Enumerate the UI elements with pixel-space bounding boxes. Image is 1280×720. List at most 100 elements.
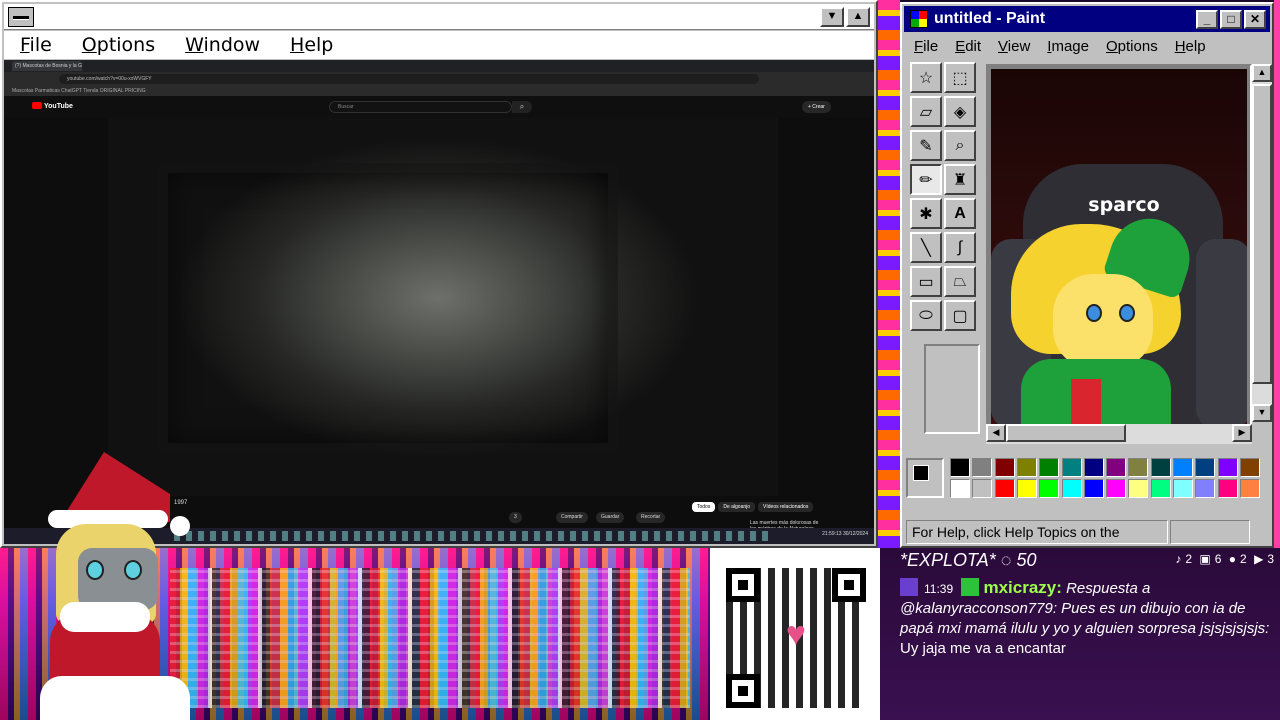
color-swatch[interactable] [1195,458,1216,477]
bookmarks-bar[interactable]: Mascotas Parmaticas ChatGPT Tienda ORIGI… [4,86,874,96]
scroll-down-icon[interactable]: ▼ [1252,404,1272,422]
pencil-icon[interactable]: ✏ [910,164,942,195]
fill-bucket-icon[interactable]: ◈ [944,96,976,127]
chip-related[interactable]: Vídeos relacionados [758,502,814,512]
color-swatch[interactable] [1016,458,1037,477]
youtube-icon: ▶ [1254,552,1264,566]
rounded-rect-icon[interactable]: ▢ [944,300,976,331]
create-button[interactable]: + Crear [802,101,831,113]
brush-icon[interactable]: ♜ [944,164,976,195]
color-swatch[interactable] [1128,458,1149,477]
eraser-icon[interactable]: ▱ [910,96,942,127]
line-icon[interactable]: ╲ [910,232,942,263]
video-player[interactable] [108,118,778,496]
paint-menu-image[interactable]: Image [1037,38,1096,55]
color-swatch[interactable] [950,479,970,498]
maximize-button[interactable]: ▲ [846,7,870,27]
scroll-right-icon[interactable]: ▶ [1232,424,1252,442]
save-button[interactable]: Guardar [596,512,625,523]
ellipse-icon[interactable]: ⬭ [910,300,942,331]
paint-app-icon[interactable] [910,10,928,28]
airbrush-icon[interactable]: ✱ [910,198,942,229]
color-picker-icon[interactable]: ✎ [910,130,942,161]
menu-file[interactable]: File [4,34,66,56]
color-swatch[interactable] [1039,458,1060,477]
paint-menu-edit[interactable]: Edit [945,38,988,55]
clip-button[interactable]: Recortar [636,512,666,523]
horizontal-scrollbar[interactable]: ◀ ▶ [986,424,1252,444]
minimize-button[interactable]: ▼ [820,7,844,27]
color-swatch[interactable] [1083,479,1104,498]
scroll-thumb[interactable] [1252,84,1272,384]
menu-options[interactable]: Options [66,34,169,56]
color-swatch[interactable] [1106,479,1127,498]
color-swatch[interactable] [1195,479,1216,498]
browser-tab[interactable]: (?) Mascotas de Bosnia y la G... [12,61,82,71]
paint-canvas[interactable]: sparco [991,69,1247,427]
paint-menu-view[interactable]: View [988,38,1037,55]
menu-help[interactable]: Help [274,34,347,56]
menu-window[interactable]: Window [169,34,274,56]
color-swatch[interactable] [972,458,993,477]
color-swatch[interactable] [1239,479,1260,498]
color-swatch[interactable] [1173,458,1193,477]
paint-window: untitled - Paint _ □ ✕ File Edit View Im… [900,2,1274,548]
paint-menu-help[interactable]: Help [1165,38,1213,55]
scroll-up-icon[interactable]: ▲ [1252,64,1272,82]
kick-icon: ● [1228,552,1237,566]
chip-all[interactable]: Todos [692,502,716,512]
color-swatch[interactable] [1061,479,1082,498]
youtube-logo[interactable]: YouTube [32,102,73,110]
toolbox: ☆ ⬚ ▱ ◈ ✎ ⌕ ✏ ♜ ✱ A ╲ ∫ ▭ ⏢ ⬭ ▢ [910,62,980,434]
color-swatch[interactable] [1039,479,1060,498]
color-swatch[interactable] [1150,458,1171,477]
canvas-frame: sparco [986,64,1252,444]
rect-select-icon[interactable]: ⬚ [944,62,976,93]
color-swatch[interactable] [1061,458,1082,477]
text-icon[interactable]: A [944,198,976,229]
character-eye-right [1119,304,1135,322]
chat-username[interactable]: mxicrazy: [983,578,1061,597]
free-select-icon[interactable]: ☆ [910,62,942,93]
like-button[interactable]: 3 [509,512,522,523]
color-swatch[interactable] [972,479,993,498]
color-swatch[interactable] [1128,479,1149,498]
color-swatch[interactable] [994,479,1015,498]
color-swatch[interactable] [1217,458,1238,477]
hscroll-thumb[interactable] [1006,424,1126,442]
color-swatch[interactable] [950,458,970,477]
scroll-left-icon[interactable]: ◀ [986,424,1006,442]
color-swatch[interactable] [994,458,1015,477]
paint-menu-options[interactable]: Options [1096,38,1165,55]
url-bar[interactable]: youtube.com/watch?v=00u-xxWVGFY [59,74,759,84]
color-swatch[interactable] [1217,479,1238,498]
color-swatch[interactable] [1173,479,1193,498]
search-icon[interactable]: ⌕ [512,101,532,113]
color-swatch[interactable] [1016,479,1037,498]
status-coords [1170,520,1250,544]
chip-channel[interactable]: De algoanjo [718,502,756,512]
chat-reply-text: @kalanyracconson779: Pues es un dibujo c… [900,600,1246,637]
paint-menu-file[interactable]: File [904,38,945,55]
color-swatch[interactable] [1150,479,1171,498]
vertical-scrollbar[interactable]: ▲ ▼ [1252,64,1272,422]
rectangle-icon[interactable]: ▭ [910,266,942,297]
taskbar-icons[interactable] [174,531,774,541]
system-menu-button[interactable] [8,7,34,27]
share-button[interactable]: Compartir [556,512,588,523]
tool-options[interactable] [924,344,980,434]
current-colors[interactable] [906,458,944,498]
color-swatch[interactable] [1083,458,1104,477]
paint-close-button[interactable]: ✕ [1244,10,1266,29]
polygon-icon[interactable]: ⏢ [944,266,976,297]
glitch-city [170,568,690,708]
color-swatch[interactable] [1239,458,1260,477]
paint-maximize-button[interactable]: □ [1220,10,1242,29]
color-swatch[interactable] [1106,458,1127,477]
chair-logo: sparco [1088,194,1160,216]
paint-minimize-button[interactable]: _ [1196,10,1218,29]
magnifier-icon[interactable]: ⌕ [944,130,976,161]
youtube-search-input[interactable]: Buscar [329,101,512,113]
qr-code[interactable]: ♥ [710,548,880,720]
curve-icon[interactable]: ∫ [944,232,976,263]
